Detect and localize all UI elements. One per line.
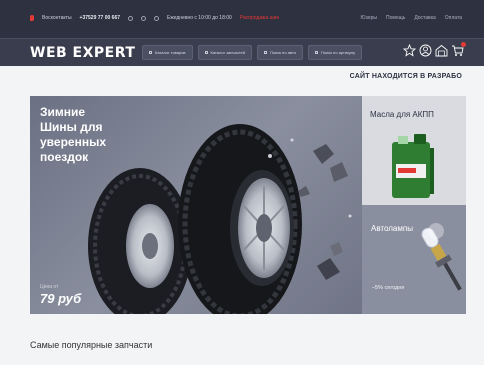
location-pin-icon <box>30 15 34 21</box>
search-by-article-button[interactable]: Поиск по артикулу <box>307 45 363 60</box>
banner-title-line: уверенных <box>40 135 106 149</box>
star-icon[interactable] <box>403 44 416 57</box>
promo-oil-card[interactable]: Масла для АКПП <box>362 96 466 205</box>
development-notice: САЙТ НАХОДИТСЯ В РАЗРАБО <box>349 73 462 80</box>
catalog-goods-button[interactable]: Каталог товаров <box>142 45 193 60</box>
header-icons <box>403 42 466 57</box>
site-logo[interactable]: WEB EXPERT <box>30 45 135 61</box>
banner-title-line: Шины для <box>40 120 103 134</box>
promo-oil-label: Масла для АКПП <box>370 110 434 119</box>
car-icon <box>263 51 267 54</box>
search-by-car-label: Поиск по авто <box>269 50 296 55</box>
page: Восконтакты +37529 77 00 667 Ежедневно с… <box>0 0 484 365</box>
banner-title-line: поездок <box>40 150 89 164</box>
promo-bulbs-label: Автолампы <box>371 224 413 233</box>
viber-icon[interactable] <box>128 15 134 21</box>
grid-icon <box>149 51 152 54</box>
topbar-link-users[interactable]: Юзеры <box>361 15 377 21</box>
catalog-parts-label: Каталог запчастей <box>210 50 245 55</box>
search-by-car-button[interactable]: Поиск по авто <box>256 45 303 60</box>
main-header: WEB EXPERT Каталог товаров Каталог запча… <box>0 38 484 66</box>
topbar-link-payment[interactable]: Оплата <box>445 15 462 21</box>
topbar-link-delivery[interactable]: Доставка <box>414 15 435 21</box>
search-by-article-label: Поиск по артикулу <box>320 50 356 55</box>
catalog-goods-label: Каталог товаров <box>155 50 186 55</box>
phone-number[interactable]: +37529 77 00 667 <box>80 15 120 21</box>
popular-parts-heading: Самые популярные запчасти <box>30 340 153 350</box>
search-icon <box>314 51 318 54</box>
promo-bulbs-discount: –5% сегодня <box>372 285 405 291</box>
topbar-link-help[interactable]: Помощь <box>386 15 405 21</box>
top-info-bar: Восконтакты +37529 77 00 667 Ежедневно с… <box>0 0 484 38</box>
banner-price: 79 руб <box>40 291 82 306</box>
catalog-parts-button[interactable]: Каталог запчастей <box>197 45 252 60</box>
price-from-label: Цена от <box>40 284 59 290</box>
location-link[interactable]: Восконтакты <box>42 15 72 21</box>
banner-title: Зимние Шины для уверенных поездок <box>40 105 106 165</box>
whatsapp-icon[interactable] <box>154 15 160 21</box>
header-nav: Каталог товаров Каталог запчастей Поиск … <box>142 45 363 60</box>
hero-banner-tires[interactable]: Зимние Шины для уверенных поездок Цена о… <box>30 96 362 314</box>
promo-link[interactable]: Распродажа шин <box>240 15 279 21</box>
working-hours: Ежедневно с 10:00 до 18:00 <box>167 15 232 21</box>
cart-badge <box>461 42 466 47</box>
bulb-image <box>421 223 462 291</box>
cart-button[interactable] <box>451 42 466 57</box>
garage-icon[interactable] <box>435 44 448 57</box>
grid-icon <box>204 51 208 54</box>
telegram-icon[interactable] <box>141 15 147 21</box>
promo-bulbs-card[interactable]: Автолампы –5% сегодня <box>362 205 466 314</box>
user-icon[interactable] <box>419 44 432 57</box>
banner-title-line: Зимние <box>40 105 86 119</box>
